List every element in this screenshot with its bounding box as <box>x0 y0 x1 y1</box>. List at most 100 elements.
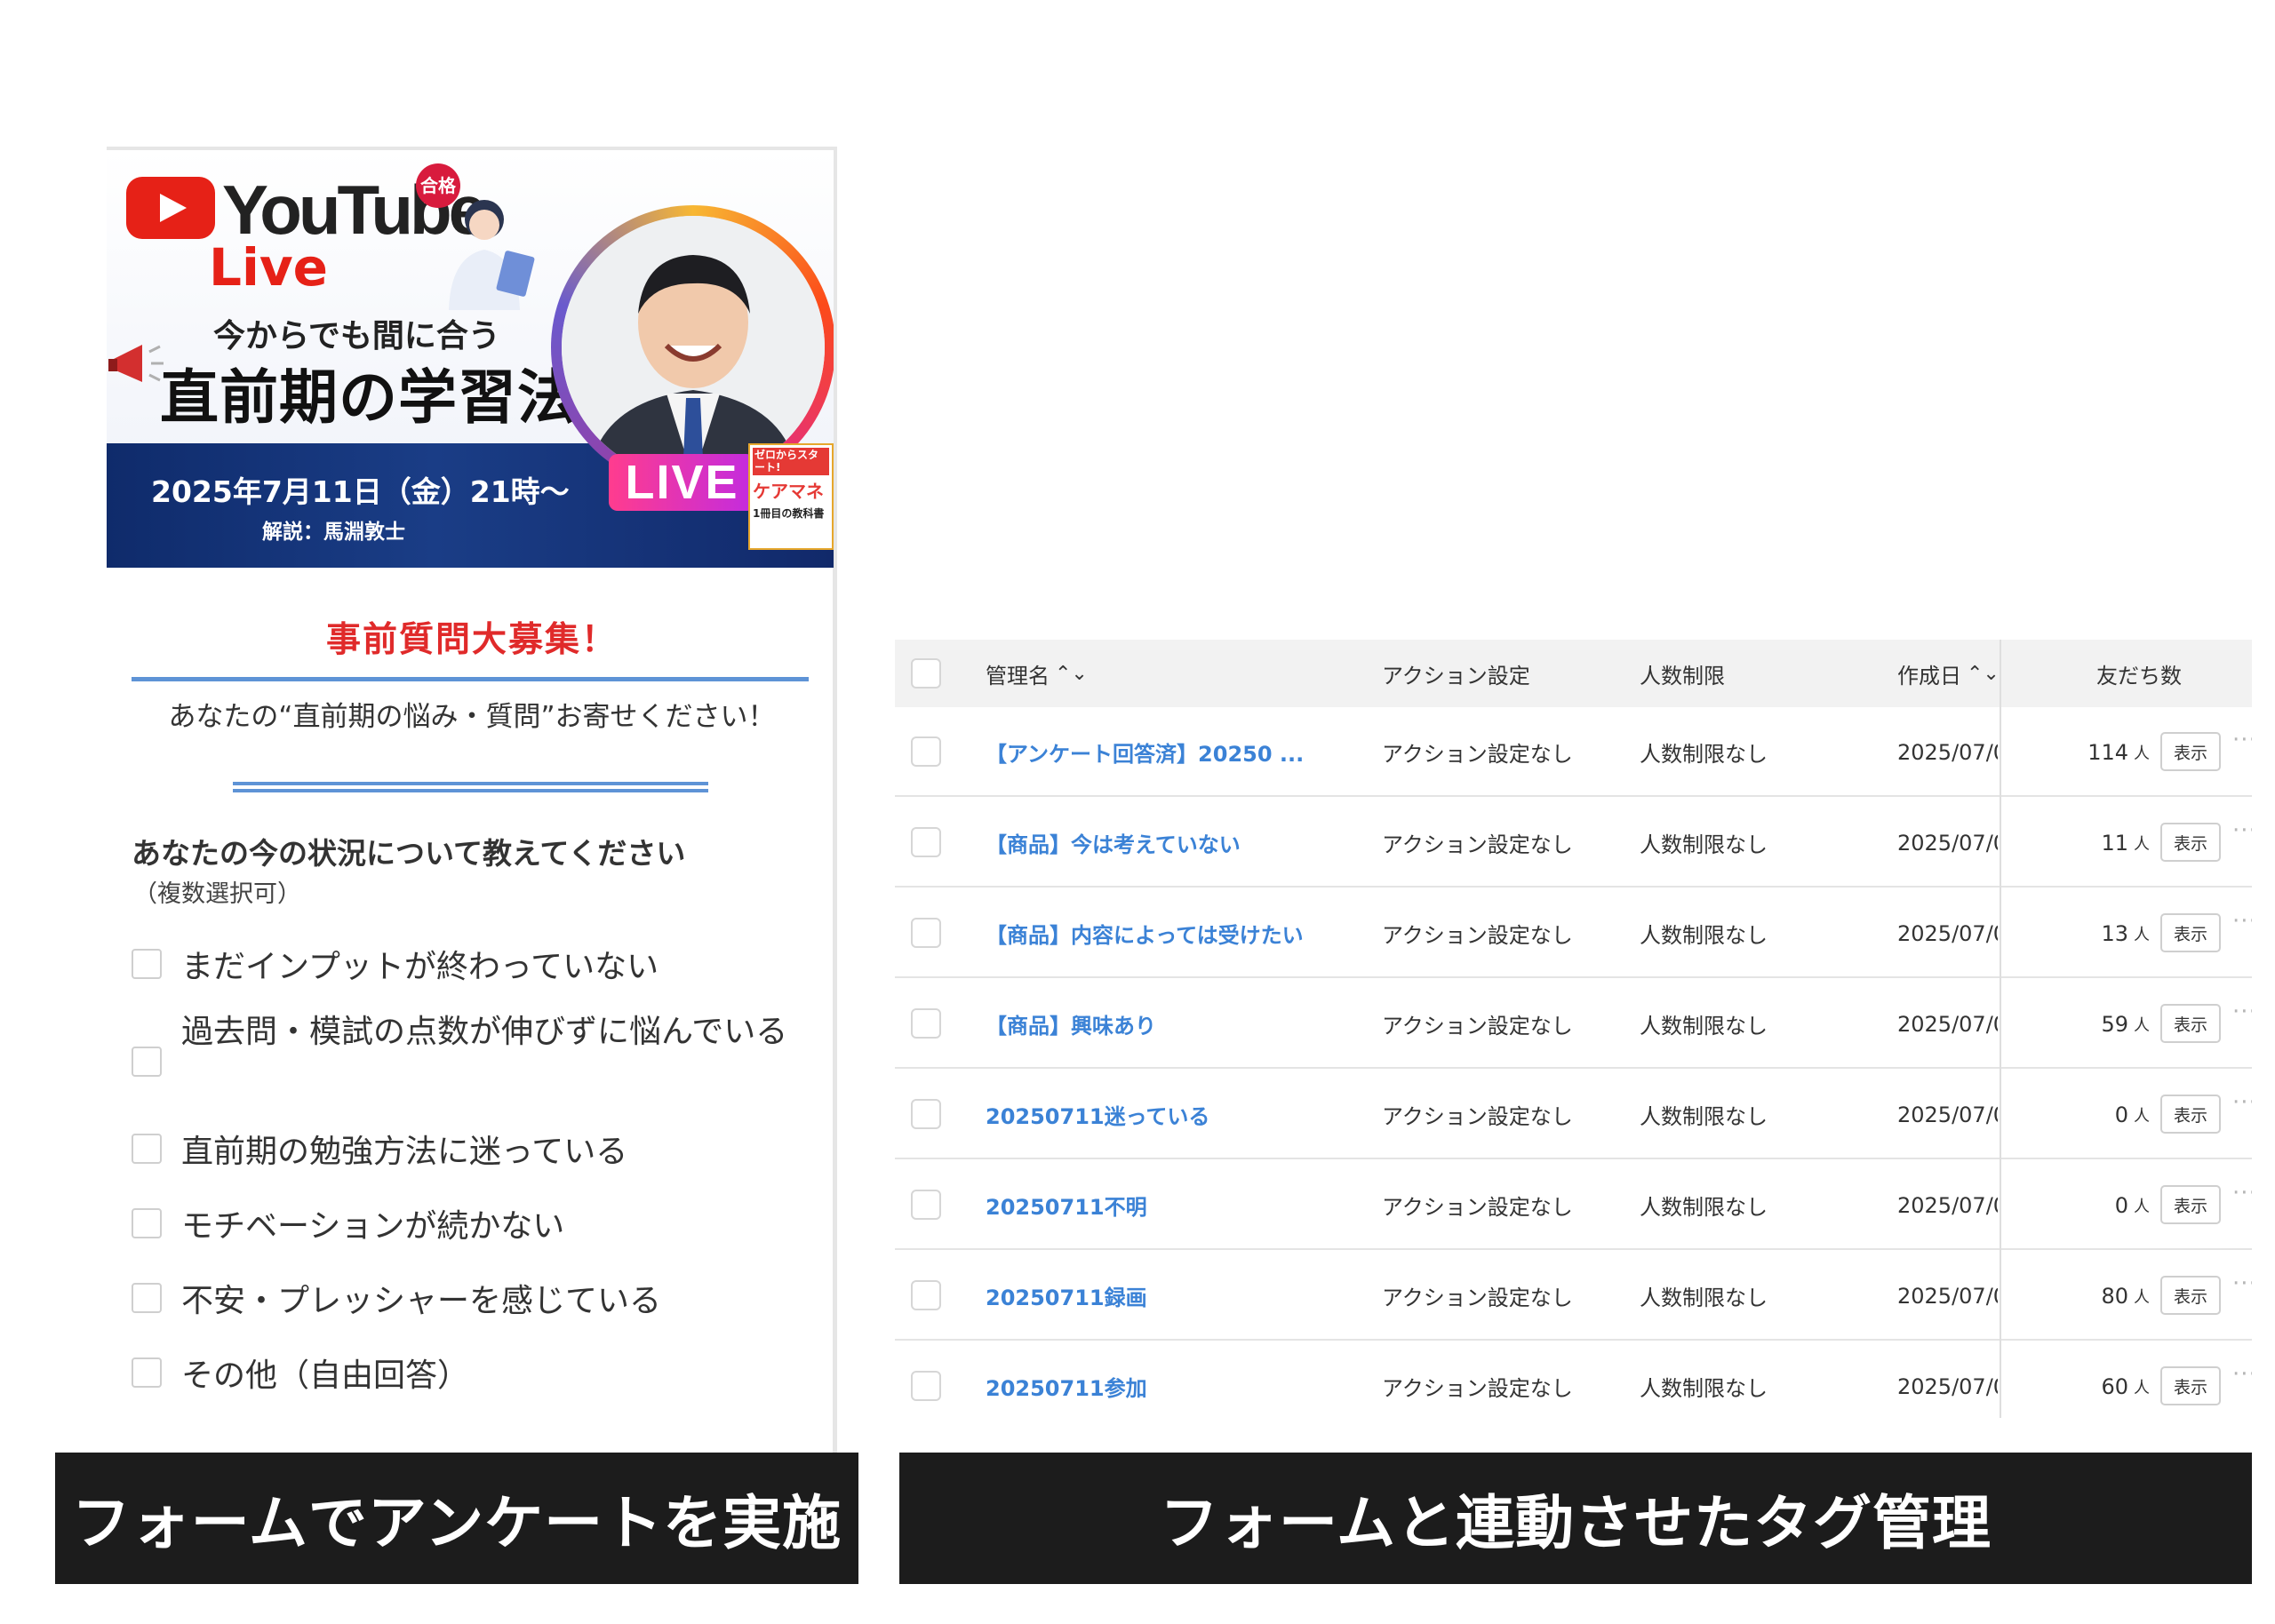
youtube-play-icon <box>126 177 215 239</box>
column-divider <box>2000 640 2001 1418</box>
created-date: 2025/07/0 <box>1897 739 1998 765</box>
row-checkbox[interactable] <box>911 736 941 767</box>
header-name-label: 管理名 <box>986 663 1050 689</box>
title-divider <box>132 677 809 681</box>
limit-setting: 人数制限なし <box>1640 1014 1768 1039</box>
action-setting: アクション設定なし <box>1382 923 1573 948</box>
limit-setting: 人数制限なし <box>1640 742 1768 767</box>
more-icon[interactable]: ··· <box>2232 727 2252 753</box>
option-checkbox[interactable]: まだインプットが終わっていない <box>132 941 659 987</box>
show-button[interactable]: 表示 <box>2160 1185 2221 1224</box>
table-row: 20250711不明 アクション設定なし 人数制限なし 2025/07/0 0 人表示 ··… <box>895 1160 2252 1250</box>
show-button[interactable]: 表示 <box>2160 823 2221 862</box>
show-button[interactable]: 表示 <box>2160 1366 2221 1405</box>
tag-name-link[interactable]: 【商品】興味あり <box>986 979 1341 1069</box>
show-button[interactable]: 表示 <box>2160 913 2221 952</box>
row-checkbox[interactable] <box>911 1099 941 1129</box>
option-label: まだインプットが終わっていない <box>181 949 659 985</box>
row-checkbox[interactable] <box>911 918 941 948</box>
checkbox[interactable] <box>132 1208 162 1238</box>
friend-count-unit: 人 <box>2134 1015 2150 1035</box>
tag-table: 管理名 ⌃⌄ アクション設定 人数制限 作成日 ⌃⌄ 友だち数 【アンケート回答… <box>895 640 2252 1418</box>
row-checkbox[interactable] <box>911 1371 941 1401</box>
action-setting: アクション設定なし <box>1382 1014 1573 1039</box>
friend-count: 60 人 <box>2016 1341 2150 1418</box>
tag-name-link[interactable]: 20250711迷っている <box>986 1070 1341 1159</box>
event-speaker: 解説：馬淵敦士 <box>262 521 405 544</box>
caption-left: フォームでアンケートを実施 <box>55 1453 858 1584</box>
friend-count-unit: 人 <box>2134 834 2150 854</box>
row-checkbox[interactable] <box>911 1280 941 1310</box>
pass-badge: 合格 <box>416 163 460 208</box>
checkbox[interactable] <box>132 1283 162 1313</box>
friend-count: 114 人 <box>2016 707 2150 797</box>
more-icon[interactable]: ··· <box>2232 1180 2252 1206</box>
show-button[interactable]: 表示 <box>2160 1004 2221 1043</box>
option-checkbox[interactable]: モチベーションが続かない <box>132 1200 564 1246</box>
sort-icon[interactable]: ⌃⌄ <box>1055 663 1088 685</box>
created-date: 2025/07/0 <box>1897 1011 1998 1037</box>
friend-count-unit: 人 <box>2134 744 2150 763</box>
created-date: 2025/07/0 <box>1897 1192 1998 1218</box>
more-icon[interactable]: ··· <box>2232 1270 2252 1297</box>
row-checkbox[interactable] <box>911 1008 941 1039</box>
table-row: 【商品】興味あり アクション設定なし 人数制限なし 2025/07/0 59 人表示 ··· <box>895 979 2252 1069</box>
more-icon[interactable]: ··· <box>2232 1361 2252 1388</box>
option-checkbox[interactable]: その他（自由回答） <box>132 1349 469 1396</box>
friend-count-value: 0 <box>2114 1192 2128 1218</box>
show-button[interactable]: 表示 <box>2160 732 2221 771</box>
header-created[interactable]: 作成日 ⌃⌄ <box>1897 640 2000 707</box>
action-setting: アクション設定なし <box>1382 1104 1573 1129</box>
tag-name-link[interactable]: 20250711録画 <box>986 1251 1341 1341</box>
question-note: （複数選択可） <box>133 880 301 908</box>
checkbox[interactable] <box>132 1357 162 1388</box>
friend-count: 80 人 <box>2016 1251 2150 1341</box>
header-action: アクション設定 <box>1382 663 1530 689</box>
action-setting: アクション設定なし <box>1382 1195 1573 1220</box>
show-button[interactable]: 表示 <box>2160 1095 2221 1134</box>
option-checkbox[interactable]: 過去問・模試の点数が伸びずに悩んでいる <box>132 1007 803 1077</box>
limit-setting: 人数制限なし <box>1640 1376 1768 1401</box>
header-name[interactable]: 管理名 ⌃⌄ <box>986 640 1088 707</box>
tag-name-link[interactable]: 【商品】今は考えていない <box>986 798 1341 888</box>
more-icon[interactable]: ··· <box>2232 908 2252 935</box>
tag-name-link[interactable]: 【商品】内容によっては受けたい <box>986 888 1341 978</box>
live-badge: LIVE <box>609 454 755 511</box>
tag-name-link[interactable]: 20250711不明 <box>986 1160 1341 1250</box>
friend-count: 59 人 <box>2016 979 2150 1069</box>
row-checkbox[interactable] <box>911 827 941 857</box>
tag-name-link[interactable]: 20250711参加 <box>986 1341 1341 1418</box>
header-friends: 友だち数 <box>2096 663 2182 689</box>
option-checkbox[interactable]: 直前期の勉強方法に迷っている <box>132 1126 627 1172</box>
table-row: 【商品】今は考えていない アクション設定なし 人数制限なし 2025/07/0 11 人表… <box>895 798 2252 888</box>
sort-icon[interactable]: ⌃⌄ <box>1967 663 2000 685</box>
live-label: Live <box>209 237 328 298</box>
limit-setting: 人数制限なし <box>1640 923 1768 948</box>
limit-setting: 人数制限なし <box>1640 1286 1768 1310</box>
select-all-checkbox[interactable] <box>911 658 941 689</box>
presenter-photo <box>562 216 825 479</box>
option-checkbox[interactable]: 不安・プレッシャーを感じている <box>132 1275 661 1321</box>
more-icon[interactable]: ··· <box>2232 1089 2252 1116</box>
checkbox[interactable] <box>132 949 162 979</box>
book-cover: ゼロからスタート! ケアマネ 1冊目の教科書 <box>748 443 834 550</box>
checkbox[interactable] <box>132 1047 162 1077</box>
more-icon[interactable]: ··· <box>2232 817 2252 844</box>
more-icon[interactable]: ··· <box>2232 999 2252 1025</box>
friend-count-unit: 人 <box>2134 1287 2150 1307</box>
option-label: 直前期の勉強方法に迷っている <box>181 1134 628 1170</box>
friend-count-unit: 人 <box>2134 925 2150 944</box>
tag-name-link[interactable]: 【アンケート回答済】20250 ... <box>986 707 1341 797</box>
friend-count-unit: 人 <box>2134 1378 2150 1397</box>
question-label: あなたの今の状況について教えてください <box>132 836 686 871</box>
friend-count-value: 11 <box>2101 830 2128 856</box>
header-limit: 人数制限 <box>1640 663 1725 689</box>
row-checkbox[interactable] <box>911 1190 941 1220</box>
limit-setting: 人数制限なし <box>1640 832 1768 857</box>
friend-count: 13 人 <box>2016 888 2150 978</box>
show-button[interactable]: 表示 <box>2160 1276 2221 1315</box>
checkbox[interactable] <box>132 1134 162 1164</box>
friend-count-value: 13 <box>2101 920 2128 946</box>
created-date: 2025/07/0 <box>1897 830 1998 856</box>
limit-setting: 人数制限なし <box>1640 1104 1768 1129</box>
